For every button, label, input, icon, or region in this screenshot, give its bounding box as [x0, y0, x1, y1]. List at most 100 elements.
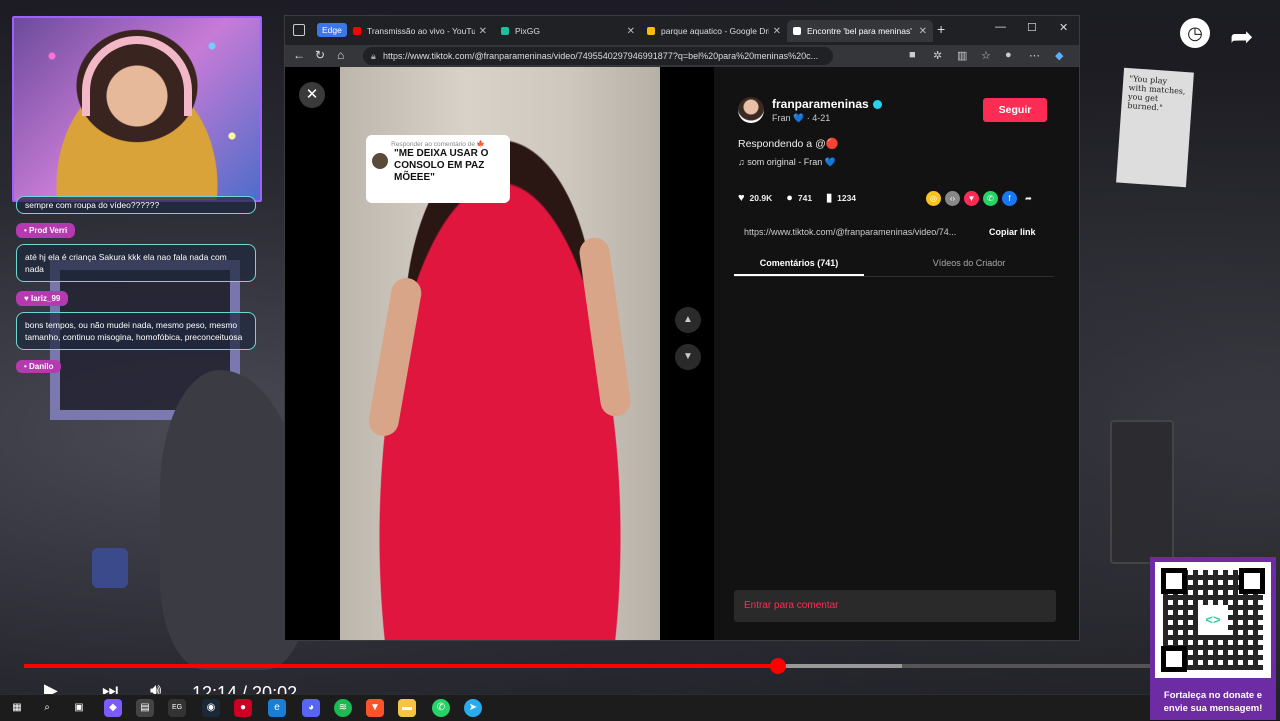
- creator-username[interactable]: franparameninas: [772, 97, 882, 111]
- headphones-graphic: [82, 36, 192, 116]
- copilot-icon[interactable]: ◆: [1055, 49, 1063, 62]
- chat-username: • Prod Verri: [16, 223, 76, 238]
- home-icon[interactable]: ⌂: [337, 48, 344, 62]
- close-icon[interactable]: ✕: [919, 26, 927, 37]
- tab-label: Transmissão ao vivo - YouTube: [367, 26, 475, 36]
- tab-youtube[interactable]: Transmissão ao vivo - YouTube ✕: [347, 20, 493, 42]
- favorites-icon[interactable]: ☆: [981, 49, 991, 62]
- clock-icon[interactable]: ◷: [1180, 18, 1210, 48]
- extensions-icon[interactable]: ✲: [933, 49, 942, 62]
- avatar[interactable]: [738, 97, 764, 123]
- minimize-button[interactable]: —: [995, 21, 1006, 33]
- spotify-icon[interactable]: ≋: [334, 699, 352, 717]
- extension-icon[interactable]: ■: [909, 49, 916, 61]
- chat-username: ♥ lariz_99: [16, 291, 69, 306]
- send-icon[interactable]: ▼: [964, 191, 979, 206]
- store-icon[interactable]: ▤: [136, 699, 154, 717]
- save-button[interactable]: ▮ 1234: [826, 191, 856, 204]
- like-count: 20.9K: [749, 192, 773, 203]
- edge-icon[interactable]: e: [268, 699, 286, 717]
- whatsapp-icon[interactable]: ✆: [432, 699, 450, 717]
- epic-icon[interactable]: EG: [168, 699, 186, 717]
- reply-header: Responder ao comentário de 🍁: [391, 141, 485, 148]
- sound-link[interactable]: ♫ som original - Fran 💙: [738, 157, 836, 168]
- pixgg-icon: [501, 27, 509, 35]
- share-link-row: https://www.tiktok.com/@franparameninas/…: [734, 220, 1054, 244]
- video-stage: ✕ Responder ao comentário de 🍁 "ME DEIXA…: [285, 67, 714, 640]
- split-screen-icon[interactable]: ▥: [957, 49, 967, 62]
- tab-google-drive[interactable]: parque aquatico - Google Drive ✕: [641, 20, 787, 42]
- video-player[interactable]: Responder ao comentário de 🍁 "ME DEIXA U…: [340, 67, 660, 640]
- next-video-button[interactable]: ▼: [675, 344, 701, 370]
- tab-label: Encontre 'bel para meninas': [807, 26, 912, 36]
- background-mug: [92, 548, 128, 588]
- comment-button[interactable]: ● 741: [786, 192, 812, 204]
- close-video-button[interactable]: ✕: [299, 82, 325, 108]
- previous-video-button[interactable]: ▲: [675, 307, 701, 333]
- stream-chat: sempre com roupa do vídeo?????? • Prod V…: [16, 196, 256, 379]
- background-poster: "You play with matches, you get burned.": [1116, 67, 1194, 188]
- search-icon[interactable]: ⌕: [38, 699, 56, 717]
- chat-username-text: lariz_99: [30, 294, 61, 303]
- reply-avatar: [372, 153, 388, 169]
- url-text: https://www.tiktok.com/@franparameninas/…: [383, 51, 819, 61]
- video-figure: [577, 235, 633, 419]
- tab-bar: Edge Transmissão ao vivo - YouTube ✕ Pix…: [285, 16, 1079, 45]
- browser-window: Edge Transmissão ao vivo - YouTube ✕ Pix…: [284, 15, 1080, 641]
- back-icon[interactable]: ←: [293, 48, 305, 62]
- video-figure: [366, 275, 424, 439]
- lock-icon[interactable]: 🔒︎: [371, 47, 376, 65]
- tab-tiktok[interactable]: Encontre 'bel para meninas' ✕: [787, 20, 933, 42]
- task-view-icon[interactable]: ▣: [70, 699, 88, 717]
- tab-comments[interactable]: Comentários (741): [734, 252, 864, 276]
- like-button[interactable]: ♥ 20.9K: [738, 192, 772, 204]
- chat-message: bons tempos, ou não mudei nada, mesmo pe…: [16, 312, 256, 350]
- comment-count: 741: [797, 192, 813, 203]
- reload-icon[interactable]: ↻: [315, 48, 325, 62]
- heart-icon: ♥: [738, 191, 745, 204]
- maximize-button[interactable]: ☐: [1027, 21, 1037, 34]
- seek-handle[interactable]: [770, 658, 786, 674]
- more-icon[interactable]: ⋯: [1029, 49, 1040, 62]
- video-details-panel: franparameninas Fran 💙 · 4-21 Seguir Res…: [714, 67, 1079, 640]
- files-icon[interactable]: ▬: [398, 699, 416, 717]
- tiktok-viewer: ✕ Responder ao comentário de 🍁 "ME DEIXA…: [285, 67, 1079, 640]
- tab-label: parque aquatico - Google Drive: [661, 26, 769, 36]
- start-icon[interactable]: ▦: [8, 699, 26, 717]
- comment-login-field[interactable]: Entrar para comentar: [734, 590, 1056, 622]
- telegram-icon[interactable]: ➤: [464, 699, 482, 717]
- facebook-share-icon[interactable]: f: [1002, 191, 1017, 206]
- copilot-icon[interactable]: ◆: [104, 699, 122, 717]
- share-icon[interactable]: ➦: [1230, 20, 1253, 53]
- tab-creator-videos[interactable]: Vídeos do Criador: [904, 252, 1034, 274]
- close-icon[interactable]: ✕: [773, 26, 781, 37]
- embed-icon[interactable]: ‹›: [945, 191, 960, 206]
- discord-icon[interactable]: ◕: [302, 699, 320, 717]
- app-icon[interactable]: ●: [234, 699, 252, 717]
- coin-icon[interactable]: ◎: [926, 191, 941, 206]
- url-field[interactable]: 🔒︎ https://www.tiktok.com/@franparamenin…: [363, 47, 833, 65]
- donate-qr-card: <> Fortaleça no donate e envie sua mensa…: [1150, 557, 1276, 720]
- reply-text: "ME DEIXA USAR O CONSOLO EM PAZ MÕEEE": [394, 148, 489, 183]
- close-icon[interactable]: ✕: [479, 26, 487, 37]
- brave-icon[interactable]: ▼: [366, 699, 384, 717]
- edge-badge[interactable]: Edge: [317, 23, 347, 37]
- window-close-button[interactable]: ✕: [1059, 21, 1068, 34]
- profile-icon[interactable]: ●: [1005, 49, 1012, 61]
- close-icon[interactable]: ✕: [627, 26, 635, 37]
- qr-code[interactable]: <>: [1155, 562, 1271, 678]
- verified-icon: [872, 100, 882, 110]
- share-more-icon[interactable]: ➦: [1021, 191, 1036, 206]
- copy-link-button[interactable]: Copiar link: [989, 220, 1036, 244]
- webcam-overlay: [12, 16, 262, 202]
- chat-username: • Danilo: [16, 360, 62, 373]
- workspaces-icon[interactable]: [293, 24, 305, 36]
- panel-tabs: Comentários (741) Vídeos do Criador: [734, 252, 1054, 277]
- comment-icon: ●: [786, 191, 793, 204]
- follow-button[interactable]: Seguir: [983, 98, 1047, 122]
- new-tab-button[interactable]: +: [937, 21, 945, 37]
- whatsapp-share-icon[interactable]: ✆: [983, 191, 998, 206]
- chat-username-text: Prod Verri: [29, 226, 68, 235]
- steam-icon[interactable]: ◉: [202, 699, 220, 717]
- tab-pixgg[interactable]: PixGG ✕: [495, 20, 641, 42]
